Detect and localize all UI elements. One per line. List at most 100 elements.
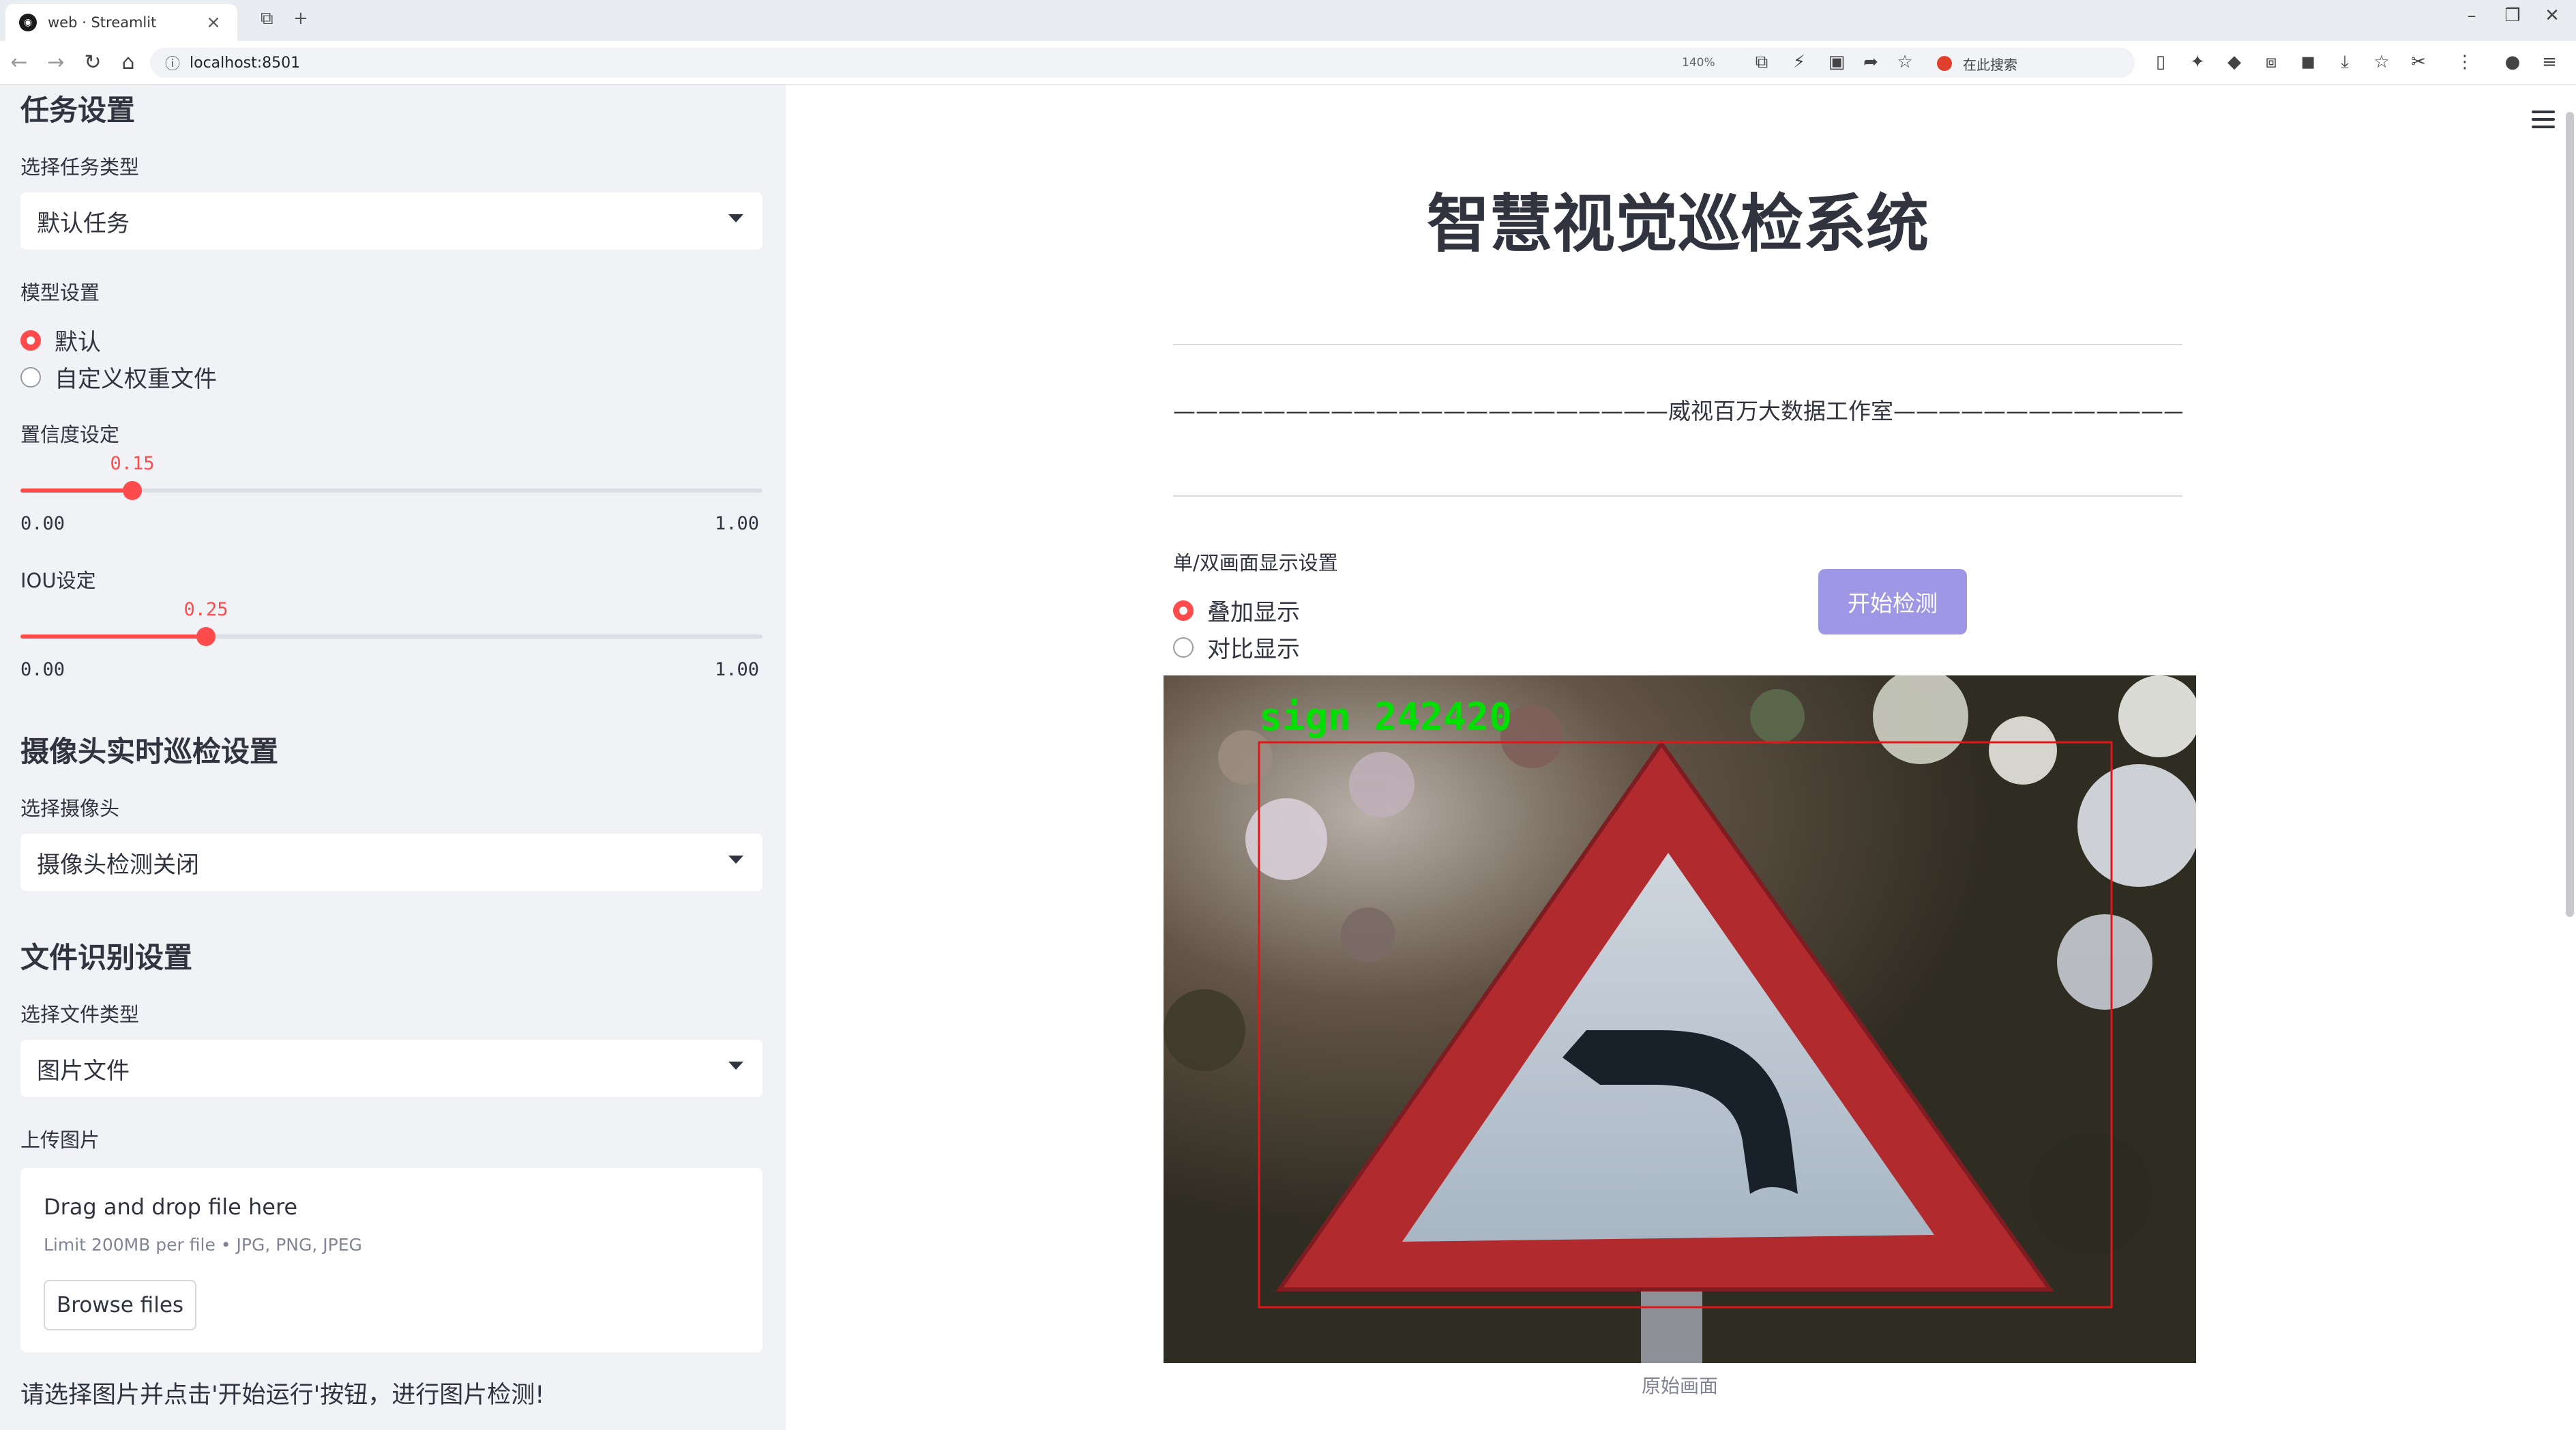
studio-subtitle: ——————————————————————威视百万大数据工作室————————… bbox=[1173, 398, 2182, 424]
file-type-value: 图片文件 bbox=[37, 1057, 130, 1085]
radio-unselected-icon bbox=[20, 366, 41, 388]
confidence-max: 1.00 bbox=[715, 513, 760, 534]
confidence-value: 0.15 bbox=[110, 453, 155, 474]
sidebar: 任务设置 选择任务类型 默认任务 模型设置 默认 自定义权重文件 置信度设定 0… bbox=[0, 85, 786, 1430]
start-detection-button[interactable]: 开始检测 bbox=[1818, 569, 1967, 634]
radio-label: 自定义权重文件 bbox=[55, 366, 217, 393]
mobile-icon[interactable]: ▯ bbox=[2148, 52, 2173, 72]
tab-title: web · Streamlit bbox=[48, 14, 157, 31]
task-type-select[interactable]: 默认任务 bbox=[20, 192, 763, 250]
radio-label: 叠加显示 bbox=[1207, 599, 1300, 626]
profile-avatar-icon[interactable]: ● bbox=[2500, 52, 2525, 72]
detection-result-svg: sign 242420 bbox=[1164, 675, 2196, 1363]
radio-unselected-icon bbox=[1173, 637, 1194, 658]
confidence-min: 0.00 bbox=[20, 513, 65, 534]
file-settings-heading: 文件识别设置 bbox=[20, 941, 193, 974]
browse-files-button[interactable]: Browse files bbox=[44, 1280, 196, 1330]
divider-top bbox=[1173, 344, 2182, 345]
chevron-down-icon bbox=[728, 214, 743, 222]
screenshot-icon[interactable]: ▣ bbox=[1824, 52, 1849, 72]
iou-slider-thumb[interactable] bbox=[196, 627, 216, 646]
radio-selected-icon bbox=[20, 330, 41, 351]
chevron-down-icon bbox=[728, 856, 743, 864]
lightning-icon[interactable]: ⚡ bbox=[1787, 52, 1811, 72]
browser-tab-bar: ◉ web · Streamlit × ⧉ + – ❐ ✕ bbox=[0, 0, 2576, 41]
image-caption: 原始画面 bbox=[1641, 1375, 1718, 1397]
confidence-slider[interactable] bbox=[20, 481, 763, 500]
more-vertical-icon[interactable]: ⋮ bbox=[2453, 52, 2477, 72]
radio-label: 默认 bbox=[55, 329, 101, 356]
camera-select-label: 选择摄像头 bbox=[20, 797, 120, 820]
iou-label: IOU设定 bbox=[20, 569, 96, 592]
sidebar-hint-text: 请选择图片并点击'开始运行'按钮，进行图片检测! bbox=[20, 1382, 545, 1409]
search-label: 在此搜索 bbox=[1963, 56, 2017, 73]
address-bar: ← → ↻ ⌂ ⓘ localhost:8501 140% ⧉ ⚡ ▣ ➦ ☆ … bbox=[0, 41, 2576, 85]
confidence-slider-fill bbox=[20, 488, 132, 493]
url-text: localhost:8501 bbox=[190, 54, 301, 72]
chevron-down-icon bbox=[728, 1062, 743, 1070]
browser-menu-icon[interactable]: ≡ bbox=[2537, 52, 2562, 72]
display-mode-label: 单/双画面显示设置 bbox=[1173, 551, 1338, 574]
translate-tool-icon[interactable]: ⧈ bbox=[2259, 52, 2283, 73]
bookmark-star-icon[interactable]: ☆ bbox=[2369, 52, 2394, 72]
zoom-indicator[interactable]: 140% bbox=[1682, 56, 1715, 70]
radio-selected-icon bbox=[1173, 600, 1194, 621]
task-type-value: 默认任务 bbox=[37, 209, 130, 237]
window-close-icon[interactable]: ✕ bbox=[2538, 5, 2566, 26]
dropzone-title: Drag and drop file here bbox=[44, 1194, 298, 1220]
confidence-slider-thumb[interactable] bbox=[123, 481, 142, 500]
camera-select-value: 摄像头检测关闭 bbox=[37, 851, 199, 879]
tab-grid-icon[interactable]: ⧉ bbox=[261, 8, 273, 29]
file-type-label: 选择文件类型 bbox=[20, 1003, 140, 1026]
browser-search-box[interactable]: 在此搜索 bbox=[1937, 50, 2135, 76]
camera-select[interactable]: 摄像头检测关闭 bbox=[20, 834, 763, 891]
streamlit-favicon-icon: ◉ bbox=[19, 14, 37, 31]
app-icon[interactable]: ◼ bbox=[2296, 52, 2320, 72]
iou-max: 1.00 bbox=[715, 659, 760, 680]
new-tab-icon[interactable]: + bbox=[293, 8, 308, 29]
main-content: 智慧视觉巡检系统 ——————————————————————威视百万大数据工作… bbox=[786, 85, 2576, 1430]
file-dropzone[interactable]: Drag and drop file here Limit 200MB per … bbox=[20, 1168, 763, 1352]
browser-tab[interactable]: ◉ web · Streamlit × bbox=[5, 4, 237, 41]
dropzone-limit: Limit 200MB per file • JPG, PNG, JPEG bbox=[44, 1235, 362, 1255]
restore-icon[interactable]: ❐ bbox=[2499, 5, 2526, 26]
app-menu-icon[interactable] bbox=[2532, 111, 2555, 133]
file-type-select[interactable]: 图片文件 bbox=[20, 1040, 763, 1097]
ai-assistant-icon[interactable]: ✦ bbox=[2185, 52, 2210, 72]
iou-slider-fill bbox=[20, 634, 206, 639]
home-icon[interactable]: ⌂ bbox=[115, 50, 142, 74]
task-type-label: 选择任务类型 bbox=[20, 156, 140, 179]
cut-icon[interactable]: ✂ bbox=[2406, 52, 2431, 72]
iou-value: 0.25 bbox=[183, 599, 228, 620]
confidence-label: 置信度设定 bbox=[20, 423, 120, 446]
minimize-icon[interactable]: – bbox=[2458, 5, 2485, 26]
favorite-icon[interactable]: ☆ bbox=[1893, 52, 1917, 72]
share-icon[interactable]: ➦ bbox=[1859, 52, 1883, 72]
site-info-icon[interactable]: ⓘ bbox=[165, 52, 180, 74]
radio-label: 对比显示 bbox=[1207, 636, 1300, 663]
camera-settings-heading: 摄像头实时巡检设置 bbox=[20, 735, 279, 768]
back-icon[interactable]: ← bbox=[5, 50, 33, 74]
translate-icon[interactable]: ⧉ bbox=[1749, 52, 1774, 73]
forward-icon[interactable]: → bbox=[42, 50, 70, 74]
model-radio-default[interactable]: 默认 bbox=[20, 323, 101, 357]
download-icon[interactable]: ⤓ bbox=[2333, 52, 2357, 73]
iou-min: 0.00 bbox=[20, 659, 65, 680]
display-radio-overlay[interactable]: 叠加显示 bbox=[1173, 594, 1300, 627]
detection-label: sign 242420 bbox=[1259, 695, 1512, 740]
divider-bottom bbox=[1173, 495, 2182, 497]
task-settings-heading: 任务设置 bbox=[20, 93, 136, 127]
model-settings-label: 模型设置 bbox=[20, 281, 100, 304]
reload-icon[interactable]: ↻ bbox=[79, 50, 106, 74]
page-title: 智慧视觉巡检系统 bbox=[1426, 188, 1929, 261]
sign-post bbox=[1641, 1289, 1702, 1363]
detection-image: sign 242420 bbox=[1164, 675, 2196, 1363]
search-engine-icon bbox=[1937, 56, 1952, 71]
iou-slider[interactable] bbox=[20, 627, 763, 646]
extension-icon[interactable]: ◆ bbox=[2222, 52, 2247, 72]
tab-close-icon[interactable]: × bbox=[203, 12, 224, 33]
vertical-scrollbar[interactable] bbox=[2566, 112, 2574, 917]
display-radio-compare[interactable]: 对比显示 bbox=[1173, 630, 1300, 664]
upload-label: 上传图片 bbox=[20, 1128, 100, 1152]
model-radio-custom[interactable]: 自定义权重文件 bbox=[20, 360, 217, 394]
